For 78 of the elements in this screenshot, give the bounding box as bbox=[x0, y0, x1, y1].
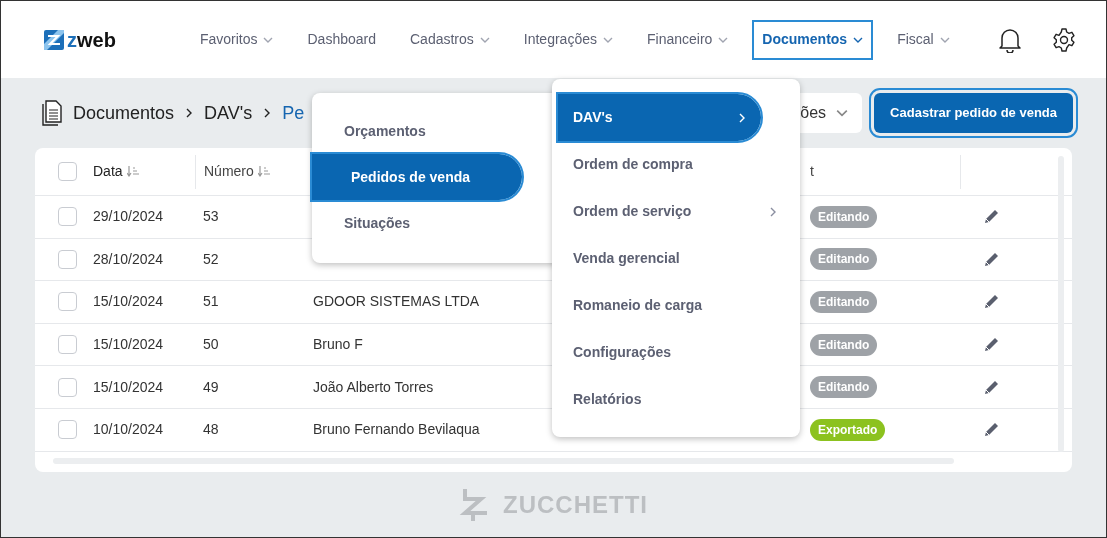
edit-pencil-icon[interactable] bbox=[984, 294, 999, 310]
checkbox[interactable] bbox=[58, 335, 77, 355]
chevron-right-icon bbox=[770, 206, 776, 217]
edit-pencil-icon[interactable] bbox=[984, 379, 999, 395]
table-cell-text: 51 bbox=[202, 292, 220, 312]
status-badge: Editando bbox=[810, 291, 878, 313]
checkbox[interactable] bbox=[58, 207, 77, 227]
dropdown-menu-item[interactable]: Ordem de serviço bbox=[552, 188, 800, 235]
edit-pencil-icon[interactable] bbox=[984, 337, 999, 353]
status-badge: Editando bbox=[810, 205, 878, 228]
table-cell-text: 50 bbox=[202, 335, 220, 355]
dropdown-menu-item[interactable]: DAV's bbox=[558, 94, 761, 141]
checkbox[interactable] bbox=[58, 292, 77, 312]
edit-pencil-icon[interactable] bbox=[984, 251, 999, 267]
nav-menu-item[interactable]: Cadastros bbox=[402, 21, 498, 58]
table-cell-text: Bruno Fernando Bevilaqua bbox=[313, 420, 480, 440]
dropdown-menu-item[interactable]: Venda gerencial bbox=[552, 235, 800, 282]
dropdown-menu-item[interactable]: Configurações bbox=[552, 329, 800, 376]
vertical-scrollbar[interactable] bbox=[1058, 156, 1064, 452]
chevron-down-icon bbox=[836, 109, 849, 117]
nav-menu-item[interactable]: Financeiro bbox=[638, 21, 737, 58]
status-badge: Exportado bbox=[810, 418, 886, 441]
table-cell-text: 10/10/2024 bbox=[92, 420, 165, 440]
table-cell-text: GDOOR SISTEMAS LTDA bbox=[313, 292, 480, 312]
edit-pencil-icon[interactable] bbox=[984, 422, 999, 438]
sort-icon[interactable] bbox=[126, 166, 139, 177]
chevron-down-icon bbox=[479, 36, 490, 43]
table-cell-text: 15/10/2024 bbox=[92, 292, 165, 312]
chevron-right-icon bbox=[186, 108, 193, 118]
notification-bell-icon[interactable] bbox=[998, 26, 1022, 53]
table-cell-text: João Alberto Torres bbox=[313, 377, 434, 397]
table-cell-text: 49 bbox=[202, 377, 220, 397]
chevron-down-icon bbox=[939, 36, 950, 43]
chevron-right-icon bbox=[264, 108, 271, 118]
checkbox[interactable] bbox=[58, 377, 77, 397]
settings-icon[interactable] bbox=[1052, 27, 1076, 52]
checkbox[interactable] bbox=[58, 162, 77, 181]
logo-mark-icon bbox=[44, 29, 64, 50]
chevron-right-icon bbox=[739, 112, 745, 123]
dropdown-menu-item[interactable]: Ordem de compra bbox=[552, 141, 800, 188]
status-badge: Editando bbox=[810, 333, 878, 356]
table-cell-text: Bruno F bbox=[313, 335, 363, 355]
sort-icon[interactable] bbox=[257, 166, 270, 177]
table-cell-text: 53 bbox=[202, 207, 220, 227]
checkbox[interactable] bbox=[58, 249, 77, 269]
checkbox[interactable] bbox=[58, 420, 77, 440]
nav-menu-item[interactable]: Integrações bbox=[515, 21, 621, 58]
nav-menu-item[interactable]: Fiscal bbox=[889, 21, 958, 58]
dropdown-menu-item[interactable]: Relatórios bbox=[552, 376, 800, 423]
table-cell-text: 28/10/2024 bbox=[92, 249, 165, 269]
submenu-item[interactable]: Situações bbox=[312, 200, 552, 246]
chevron-down-icon bbox=[602, 36, 613, 43]
table-cell-text: 15/10/2024 bbox=[92, 377, 165, 397]
breadcrumb-link[interactable]: DAV's bbox=[204, 99, 253, 127]
table-cell-text: 29/10/2024 bbox=[92, 207, 165, 227]
status-badge: Editando bbox=[810, 376, 878, 399]
column-header[interactable]: Data bbox=[93, 161, 139, 182]
logo-text: zweb bbox=[67, 29, 116, 50]
submenu-item[interactable]: Pedidos de venda bbox=[312, 154, 522, 200]
document-icon bbox=[42, 100, 62, 126]
table-cell-text: 15/10/2024 bbox=[92, 335, 165, 355]
nav-menu-item[interactable]: Dashboard bbox=[299, 21, 384, 58]
nav-menu-item[interactable]: Favoritos bbox=[191, 21, 282, 58]
chevron-down-icon bbox=[718, 36, 729, 43]
breadcrumb-link[interactable]: Documentos bbox=[73, 99, 175, 127]
nav-menu-item[interactable]: Documentos bbox=[754, 21, 872, 58]
column-header: t bbox=[810, 162, 814, 181]
table-cell-text: 48 bbox=[202, 420, 220, 440]
submenu-item[interactable]: Orçamentos bbox=[312, 108, 552, 154]
table-cell-text: 52 bbox=[202, 249, 220, 269]
chevron-down-icon bbox=[263, 36, 274, 43]
dropdown-menu-item[interactable]: Romaneio de carga bbox=[552, 282, 800, 329]
edit-pencil-icon[interactable] bbox=[984, 209, 999, 225]
app-logo[interactable]: zweb bbox=[44, 29, 116, 50]
breadcrumb-current: Pe bbox=[282, 101, 305, 125]
chevron-down-icon bbox=[853, 36, 864, 43]
status-badge: Editando bbox=[810, 248, 878, 271]
column-header[interactable]: Número bbox=[204, 161, 270, 182]
